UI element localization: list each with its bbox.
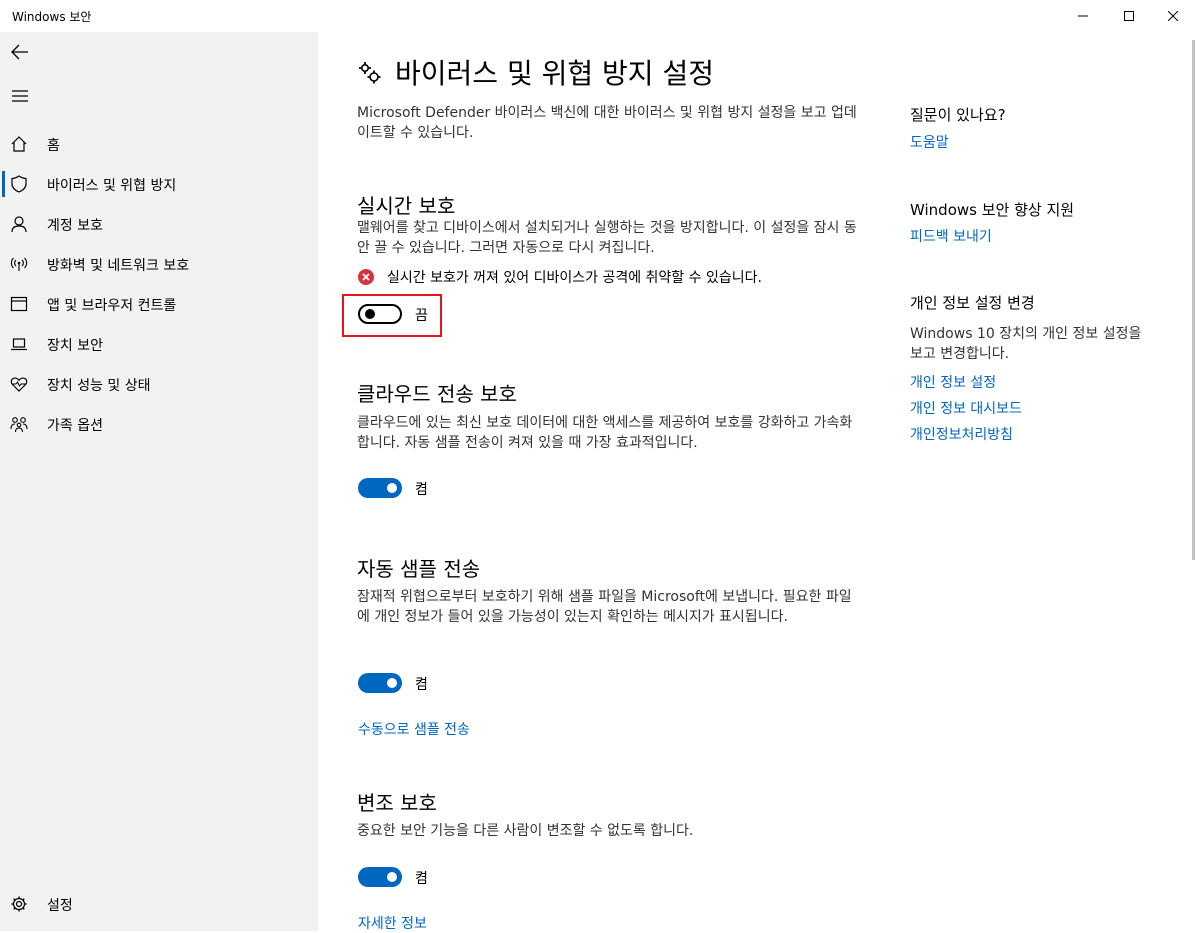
realtime-desc: 맬웨어를 찾고 디바이스에서 설치되거나 실행하는 것을 방지합니다. 이 설정… <box>357 220 857 256</box>
back-arrow-icon <box>11 44 28 60</box>
privacy-settings-link[interactable]: 개인 정보 설정 <box>910 372 996 392</box>
main-content: 바이러스 및 위협 방지 설정 Microsoft Defender 바이러스 … <box>318 32 1196 933</box>
title-bar: Windows 보안 <box>0 0 1196 32</box>
sample-toggle-label: 켬 <box>415 677 428 693</box>
person-icon <box>9 214 29 234</box>
help-heading: 질문이 있나요? <box>910 106 1006 124</box>
sidebar-item-label: 가족 옵션 <box>47 418 103 434</box>
sidebar-item-app-browser[interactable]: 앱 및 브라우저 컨트롤 <box>0 284 318 324</box>
sidebar-item-family[interactable]: 가족 옵션 <box>0 404 318 444</box>
minimize-button[interactable] <box>1060 0 1106 32</box>
sidebar-item-label: 장치 보안 <box>47 338 103 354</box>
maximize-button[interactable] <box>1106 0 1152 32</box>
tamper-heading: 변조 보호 <box>357 791 437 815</box>
hamburger-icon <box>12 90 28 102</box>
realtime-toggle[interactable] <box>358 304 402 324</box>
minimize-icon <box>1078 15 1088 17</box>
sample-heading: 자동 샘플 전송 <box>357 557 481 581</box>
sidebar-item-settings[interactable]: 설정 <box>0 884 318 924</box>
toggle-knob <box>387 872 397 882</box>
sidebar: 홈 바이러스 및 위협 방지 계정 보호 방화벽 및 네트워크 보호 앱 및 브… <box>0 32 318 931</box>
wifi-antenna-icon <box>9 254 29 274</box>
sidebar-item-virus-protection[interactable]: 바이러스 및 위협 방지 <box>0 164 318 204</box>
shield-icon <box>9 174 29 194</box>
privacy-dashboard-link[interactable]: 개인 정보 대시보드 <box>910 398 1022 418</box>
realtime-toggle-label: 끔 <box>415 308 428 324</box>
learn-more-link[interactable]: 자세한 정보 <box>358 913 427 933</box>
page-intro: Microsoft Defender 바이러스 백신에 대한 바이러스 및 위협… <box>357 105 857 141</box>
cloud-desc: 클라우드에 있는 최신 보호 데이터에 대한 액세스를 제공하여 보호를 강화하… <box>357 415 853 451</box>
privacy-desc: Windows 10 장치의 개인 정보 설정을 보고 변경합니다. <box>910 326 1142 362</box>
sidebar-item-label: 바이러스 및 위협 방지 <box>47 178 177 194</box>
family-icon <box>9 414 29 434</box>
tamper-toggle-label: 켬 <box>415 871 428 887</box>
error-icon <box>358 269 374 285</box>
privacy-statement-link[interactable]: 개인정보처리방침 <box>910 424 1013 444</box>
realtime-heading: 실시간 보호 <box>357 194 456 218</box>
scrollbar[interactable] <box>1192 40 1195 560</box>
sidebar-item-device-security[interactable]: 장치 보안 <box>0 324 318 364</box>
toggle-knob <box>365 309 375 319</box>
sample-desc: 잠재적 위협으로부터 보호하기 위해 샘플 파일을 Microsoft에 보냅니… <box>357 589 852 625</box>
cloud-heading: 클라우드 전송 보호 <box>357 382 517 406</box>
sidebar-item-home[interactable]: 홈 <box>0 124 318 164</box>
realtime-warning-text: 실시간 보호가 꺼져 있어 디바이스가 공격에 취약할 수 있습니다. <box>387 270 762 286</box>
sidebar-settings-label: 설정 <box>47 898 73 914</box>
menu-button[interactable] <box>0 76 40 116</box>
privacy-heading: 개인 정보 설정 변경 <box>910 294 1035 312</box>
back-button[interactable] <box>0 32 40 72</box>
sidebar-item-label: 홈 <box>47 138 60 154</box>
gear-icon <box>9 894 29 914</box>
gears-icon <box>357 60 383 86</box>
toggle-knob <box>387 678 397 688</box>
sidebar-item-label: 방화벽 및 네트워크 보호 <box>47 258 190 274</box>
tamper-toggle[interactable] <box>358 867 402 887</box>
improve-heading: Windows 보안 향상 지원 <box>910 201 1075 219</box>
window-title: Windows 보안 <box>12 10 92 24</box>
page-title: 바이러스 및 위협 방지 설정 <box>395 57 714 90</box>
home-icon <box>9 134 29 154</box>
toggle-knob <box>387 483 397 493</box>
help-link[interactable]: 도움말 <box>910 132 949 152</box>
tamper-desc: 중요한 보안 기능을 다른 사람이 변조할 수 없도록 합니다. <box>357 823 694 839</box>
sidebar-item-label: 앱 및 브라우저 컨트롤 <box>47 298 177 314</box>
laptop-icon <box>9 334 29 354</box>
feedback-link[interactable]: 피드백 보내기 <box>910 226 992 246</box>
sidebar-item-label: 계정 보호 <box>47 218 103 234</box>
app-window-icon <box>9 294 29 314</box>
close-icon <box>1168 11 1178 21</box>
cloud-toggle[interactable] <box>358 478 402 498</box>
sidebar-item-account[interactable]: 계정 보호 <box>0 204 318 244</box>
manual-sample-link[interactable]: 수동으로 샘플 전송 <box>358 719 470 739</box>
sidebar-item-device-health[interactable]: 장치 성능 및 상태 <box>0 364 318 404</box>
close-button[interactable] <box>1150 0 1196 32</box>
heart-pulse-icon <box>9 374 29 394</box>
cloud-toggle-label: 켬 <box>415 482 428 498</box>
sidebar-item-firewall[interactable]: 방화벽 및 네트워크 보호 <box>0 244 318 284</box>
sidebar-item-label: 장치 성능 및 상태 <box>47 378 151 394</box>
maximize-icon <box>1124 11 1134 21</box>
sample-toggle[interactable] <box>358 673 402 693</box>
